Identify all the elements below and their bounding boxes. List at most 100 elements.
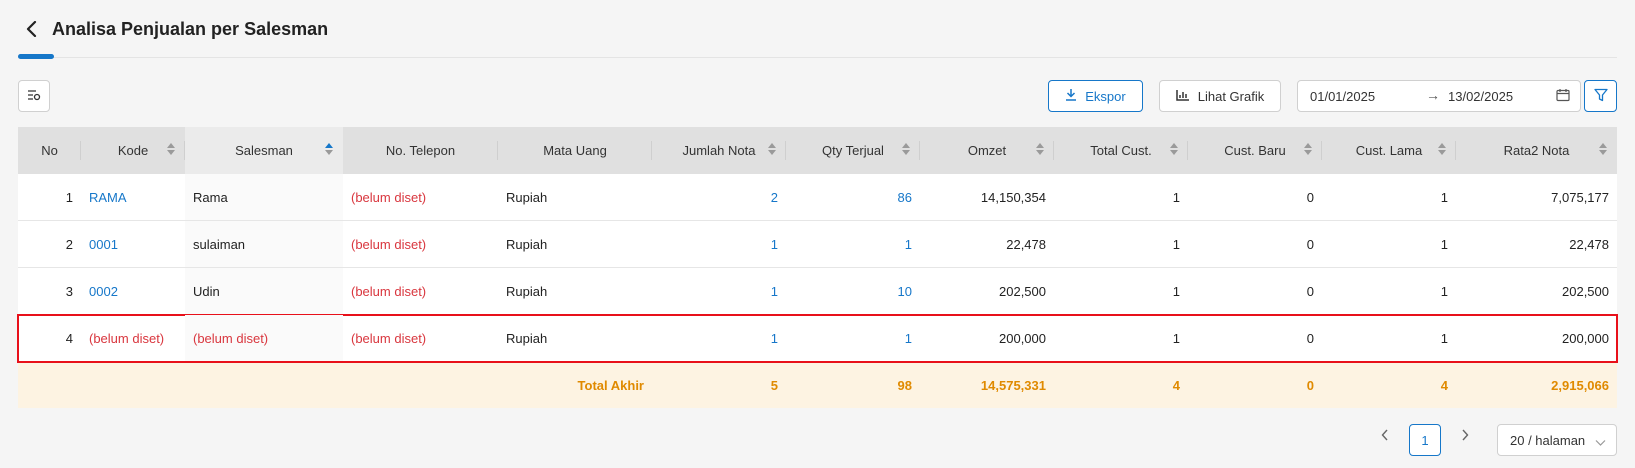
export-button[interactable]: Ekspor <box>1048 80 1143 112</box>
cell-jumlah-nota-link[interactable]: 2 <box>652 174 786 220</box>
cell-telepon: (belum diset) <box>351 236 427 252</box>
column-settings-icon <box>27 89 41 104</box>
cell-jumlah-nota-link[interactable]: 1 <box>652 221 786 267</box>
column-header-omzet[interactable]: Omzet <box>920 127 1054 174</box>
cell-cust-lama: 1 <box>1440 189 1448 205</box>
cell-salesman: sulaiman <box>185 221 343 267</box>
filter-button[interactable] <box>1584 80 1617 112</box>
cell-mata-uang: Rupiah <box>506 283 548 299</box>
view-chart-button[interactable]: Lihat Grafik <box>1159 80 1281 112</box>
total-cust-baru: 0 <box>1306 377 1314 393</box>
cell-total-cust: 1 <box>1172 330 1180 346</box>
sort-icon[interactable] <box>325 143 333 155</box>
cell-qty-terjual-link[interactable]: 1 <box>786 315 920 361</box>
column-header-cust-lama[interactable]: Cust. Lama <box>1322 127 1456 174</box>
total-total-cust: 4 <box>1172 377 1180 393</box>
cell-jumlah-nota-link[interactable]: 1 <box>652 268 786 314</box>
date-range-arrow-icon: → <box>1426 87 1440 103</box>
cell-mata-uang: Rupiah <box>506 330 548 346</box>
date-range-picker[interactable]: 01/01/2025 → 13/02/2025 <box>1297 80 1581 112</box>
cell-jumlah-nota-link[interactable]: 1 <box>652 315 786 361</box>
column-header-jumlah-nota[interactable]: Jumlah Nota <box>652 127 786 174</box>
chevron-left-icon[interactable] <box>1373 423 1397 447</box>
cell-omzet: 14,150,354 <box>980 189 1046 205</box>
cell-no: 4 <box>65 330 73 346</box>
total-cust-lama: 4 <box>1440 377 1448 393</box>
cell-kode: (belum diset) <box>89 330 165 346</box>
date-end-input[interactable]: 13/02/2025 <box>1448 89 1513 104</box>
cell-total-cust: 1 <box>1172 283 1180 299</box>
cell-cust-lama: 1 <box>1440 283 1448 299</box>
chevron-right-icon[interactable] <box>1453 423 1477 447</box>
sort-icon[interactable] <box>768 143 776 155</box>
cell-kode-link[interactable]: 0002 <box>81 268 185 314</box>
cell-total-cust: 1 <box>1172 189 1180 205</box>
cell-cust-baru: 0 <box>1306 236 1314 252</box>
cell-telepon: (belum diset) <box>351 189 427 205</box>
sort-icon[interactable] <box>1438 143 1446 155</box>
total-qty-terjual: 98 <box>897 377 912 393</box>
table-row[interactable]: 2 0001 sulaiman (belum diset) Rupiah 1 1… <box>18 221 1617 268</box>
filter-icon <box>1593 88 1608 105</box>
table-total-row: Total Akhir 5 98 14,575,331 4 0 4 2,915,… <box>18 362 1617 408</box>
cell-cust-baru: 0 <box>1306 330 1314 346</box>
date-start-input[interactable]: 01/01/2025 <box>1310 89 1375 104</box>
table-header: No Kode Salesman No. Telepon Mata Uang J… <box>18 127 1617 174</box>
total-rata2-nota: 2,915,066 <box>1551 377 1609 393</box>
sort-icon[interactable] <box>1599 143 1607 155</box>
column-header-kode[interactable]: Kode <box>81 127 185 174</box>
column-header-total-cust[interactable]: Total Cust. <box>1054 127 1188 174</box>
column-header-rata2-nota[interactable]: Rata2 Nota <box>1456 127 1617 174</box>
page-size-select[interactable]: 20 / halaman <box>1497 424 1617 456</box>
tab-indicator <box>18 54 54 59</box>
cell-omzet: 200,000 <box>999 330 1046 346</box>
cell-qty-terjual-link[interactable]: 10 <box>786 268 920 314</box>
cell-kode-link[interactable]: RAMA <box>81 174 185 220</box>
table-row[interactable]: 3 0002 Udin (belum diset) Rupiah 1 10 20… <box>18 268 1617 315</box>
cell-no: 3 <box>65 283 73 299</box>
cell-total-cust: 1 <box>1172 236 1180 252</box>
cell-salesman: Rama <box>185 174 343 220</box>
sort-icon[interactable] <box>167 143 175 155</box>
sort-icon[interactable] <box>1170 143 1178 155</box>
cell-telepon: (belum diset) <box>351 283 427 299</box>
column-header-salesman[interactable]: Salesman <box>185 127 343 174</box>
cell-mata-uang: Rupiah <box>506 189 548 205</box>
cell-cust-lama: 1 <box>1440 236 1448 252</box>
tab-divider <box>18 57 1617 58</box>
total-jumlah-nota: 5 <box>770 377 778 393</box>
back-icon[interactable] <box>18 15 46 43</box>
cell-salesman: (belum diset) <box>185 315 343 361</box>
cell-kode-link[interactable]: 0001 <box>81 221 185 267</box>
table-row[interactable]: 1 RAMA Rama (belum diset) Rupiah 2 86 14… <box>18 174 1617 221</box>
cell-rata2-nota: 202,500 <box>1562 283 1609 299</box>
sort-icon[interactable] <box>902 143 910 155</box>
cell-cust-baru: 0 <box>1306 189 1314 205</box>
calendar-icon[interactable] <box>1556 88 1570 105</box>
cell-mata-uang: Rupiah <box>506 236 548 252</box>
export-label: Ekspor <box>1085 88 1126 104</box>
cell-qty-terjual-link[interactable]: 86 <box>786 174 920 220</box>
column-header-no: No <box>18 127 81 174</box>
sales-table: No Kode Salesman No. Telepon Mata Uang J… <box>17 127 1618 408</box>
table-row-highlighted[interactable]: 4 (belum diset) (belum diset) (belum dis… <box>17 314 1618 363</box>
sort-icon[interactable] <box>1304 143 1312 155</box>
view-chart-label: Lihat Grafik <box>1197 88 1265 104</box>
cell-cust-lama: 1 <box>1440 330 1448 346</box>
column-settings-button[interactable] <box>18 80 50 112</box>
sort-icon[interactable] <box>1036 143 1044 155</box>
column-header-cust-baru[interactable]: Cust. Baru <box>1188 127 1322 174</box>
column-header-qty-terjual[interactable]: Qty Terjual <box>786 127 920 174</box>
cell-cust-baru: 0 <box>1306 283 1314 299</box>
cell-no: 2 <box>65 236 73 252</box>
cell-qty-terjual-link[interactable]: 1 <box>786 221 920 267</box>
download-icon <box>1065 88 1077 104</box>
chevron-down-icon <box>1595 435 1606 450</box>
cell-salesman: Udin <box>185 268 343 314</box>
column-header-telepon: No. Telepon <box>343 127 498 174</box>
page-size-value: 20 / halaman <box>1510 432 1586 448</box>
cell-telepon: (belum diset) <box>351 330 427 346</box>
cell-rata2-nota: 7,075,177 <box>1551 189 1609 205</box>
pagination-current-page[interactable]: 1 <box>1409 424 1441 456</box>
cell-no: 1 <box>65 189 73 205</box>
